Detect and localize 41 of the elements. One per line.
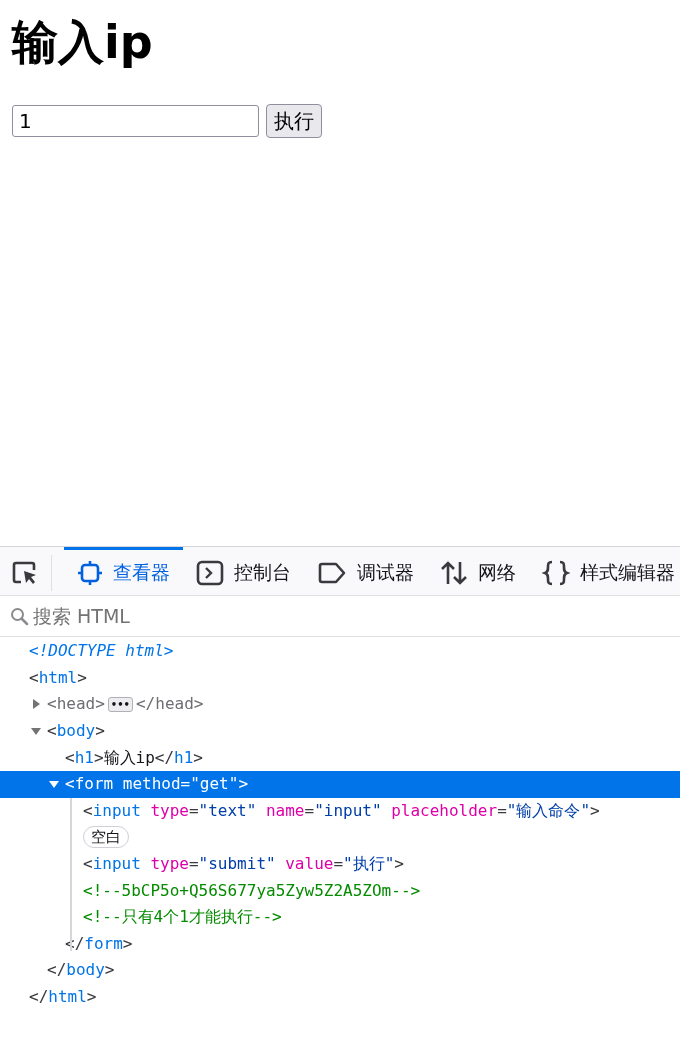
collapsed-arrow-icon[interactable]	[30, 698, 42, 711]
submit-button[interactable]: 执行	[266, 104, 322, 138]
search-icon	[10, 606, 29, 626]
devtools-tab[interactable]: 查看器	[64, 547, 183, 595]
html-code: </body>	[47, 959, 115, 982]
devtools-tab[interactable]: 调试器	[304, 547, 427, 595]
text-input[interactable]: 1	[12, 105, 259, 137]
collapsed-content-badge[interactable]: •••	[107, 697, 133, 712]
devtools-tab[interactable]: 网络	[427, 547, 529, 595]
html-code: </head>	[136, 693, 204, 716]
html-code: <input type="text" name="input" placeholder="输入命令">	[83, 799, 600, 822]
tag-icon	[317, 560, 347, 585]
markup-row[interactable]: 空白	[0, 824, 680, 851]
html-code: <!DOCTYPE html>	[29, 640, 174, 663]
devtools-tab[interactable]: 控制台	[183, 547, 304, 595]
markup-row[interactable]: <html>	[0, 664, 680, 692]
html-code: <input type="submit" value="执行">	[83, 853, 404, 876]
html-comment: <!--5bCP5o+Q56S677ya5Zyw5Z2A5ZOm-->	[83, 879, 421, 902]
html-code: <head>	[47, 693, 105, 716]
markup-row[interactable]: <input type="submit" value="执行">	[0, 850, 680, 878]
markup-row[interactable]: <!DOCTYPE html>	[0, 638, 680, 665]
html-code: <body>	[47, 720, 105, 743]
markup-row[interactable]: <!--5bCP5o+Q56S677ya5Zyw5Z2A5ZOm-->	[0, 877, 680, 904]
markup-row[interactable]: <h1>输入ip</h1>	[0, 744, 680, 771]
up-down-arrows-icon	[440, 559, 468, 586]
markup-row[interactable]: <!--只有4个1才能执行-->	[0, 903, 680, 931]
devtools-tab[interactable]: 样式编辑器	[529, 547, 680, 595]
braces-icon	[542, 559, 570, 586]
markup-row[interactable]: <form method="get">	[0, 770, 680, 798]
markup-row[interactable]: <head> ••• </head>	[0, 691, 680, 718]
inspector-icon	[77, 559, 103, 586]
html-code: </html>	[29, 986, 97, 1008]
html-code: <form method="get">	[65, 773, 248, 796]
search-field[interactable]: 搜索 HTML	[33, 601, 670, 631]
console-icon	[196, 559, 224, 586]
html-comment: <!--只有4个1才能执行-->	[83, 906, 282, 929]
html-code: <html>	[29, 666, 87, 689]
html-code: <h1>输入ip</h1>	[65, 746, 203, 769]
page-heading: 输入ip	[12, 14, 153, 70]
markup-row[interactable]: <body>	[0, 717, 680, 745]
markup-row[interactable]: <input type="text" name="input" placeholder="输入命令">	[0, 797, 680, 825]
